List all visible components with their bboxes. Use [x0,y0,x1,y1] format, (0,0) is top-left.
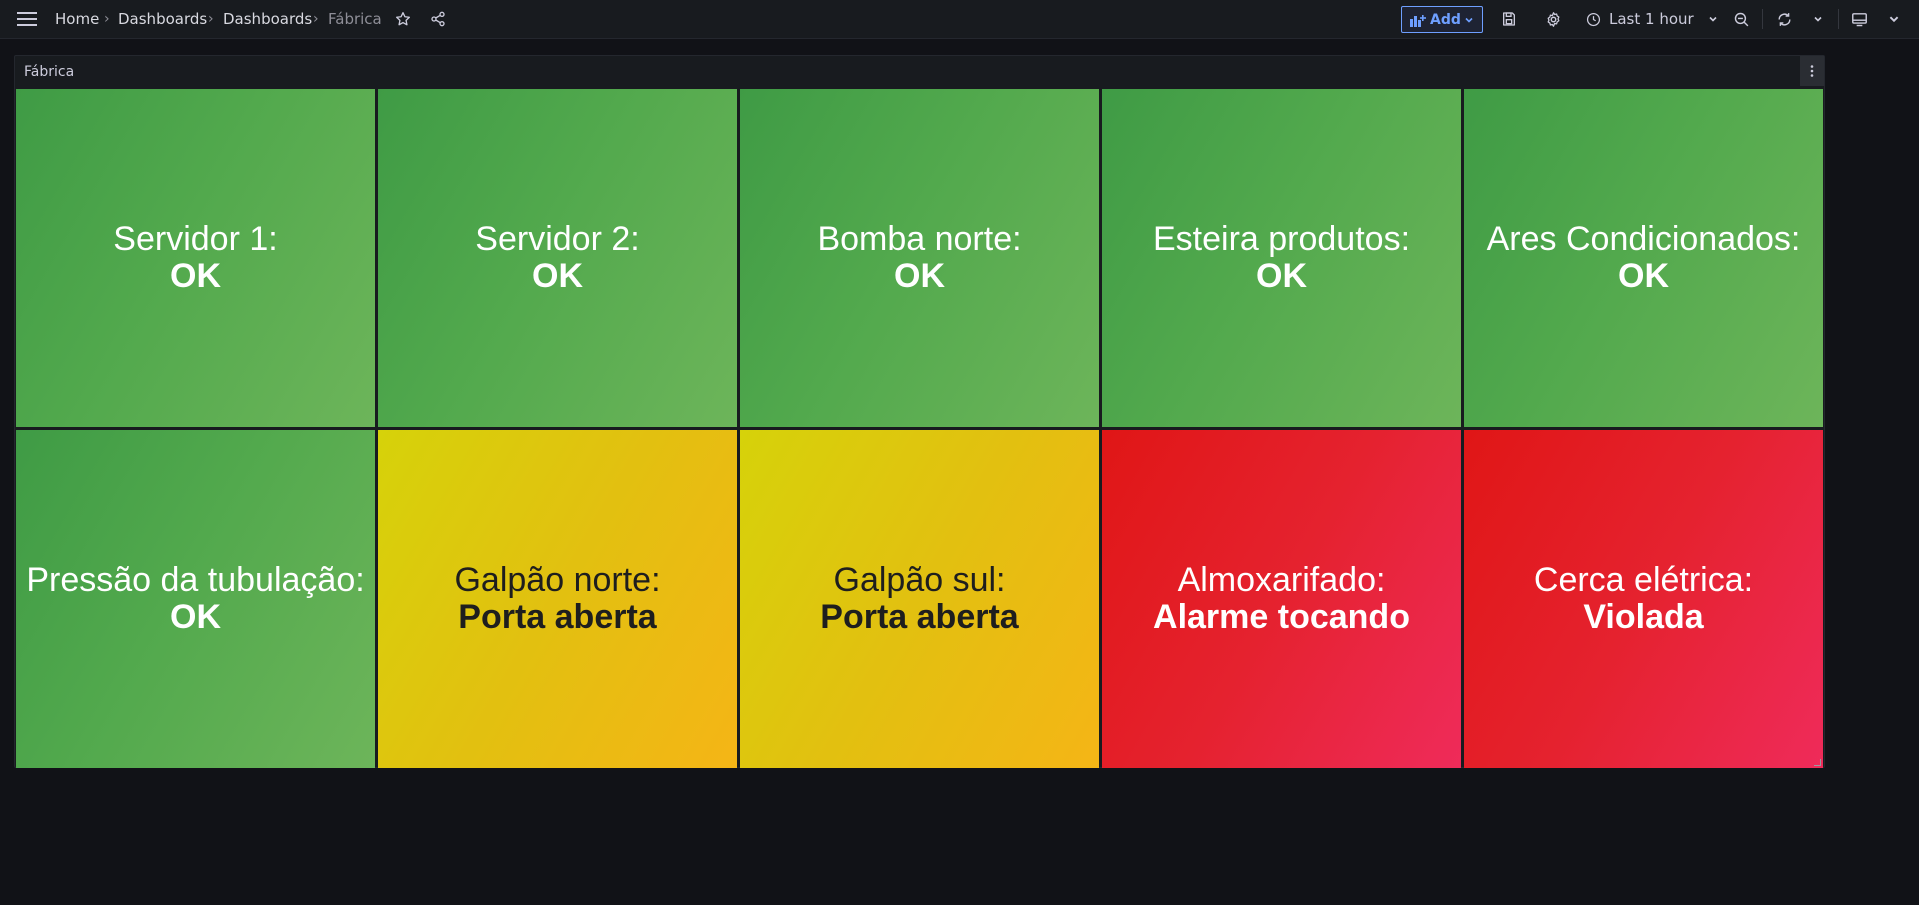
zoom-out-button[interactable] [1728,7,1754,31]
status-tile: Esteira produtos: OK [1102,89,1461,427]
tile-value: Alarme tocando [1153,598,1410,636]
tile-label: Galpão sul: [833,561,1006,599]
status-tile-grid: Servidor 1: OK Servidor 2: OK Bomba nort… [16,89,1824,768]
time-range-picker[interactable]: Last 1 hour [1586,7,1718,31]
status-tile: Ares Condicionados: OK [1464,89,1823,427]
status-tile: Cerca elétrica: Violada [1464,430,1823,768]
toolbar-divider [1838,9,1839,29]
view-mode-dropdown[interactable] [1882,7,1906,31]
toolbar-divider [1762,9,1763,29]
refresh-icon [1777,12,1791,26]
tile-label: Esteira produtos: [1152,220,1411,258]
share-icon [431,11,445,27]
clock-icon [1586,12,1601,26]
tile-value: Porta aberta [458,598,657,636]
tile-label: Bomba norte: [817,220,1022,258]
add-button-label: Add [1430,11,1461,28]
status-tile: Almoxarifado: Alarme tocando [1102,430,1461,768]
chevron-down-icon [1889,16,1899,23]
tile-value: Porta aberta [820,598,1019,636]
more-vertical-icon [1810,65,1814,77]
breadcrumb-separator: › [104,11,110,27]
gear-icon [1547,11,1559,27]
breadcrumb-separator: › [208,11,214,27]
view-mode-button[interactable] [1846,7,1872,31]
tile-value: OK [170,257,221,295]
breadcrumb-home[interactable]: Home [55,10,99,28]
add-panel-icon [1410,14,1427,27]
breadcrumb-current-dashboard: Fábrica [328,10,382,28]
menu-toggle-button[interactable] [14,7,40,31]
tile-label: Galpão norte: [454,561,661,599]
tile-label: Almoxarifado: [1177,561,1386,599]
refresh-interval-dropdown[interactable] [1806,7,1830,31]
add-button[interactable]: Add [1401,6,1483,33]
refresh-button[interactable] [1771,7,1797,31]
tile-value: OK [1256,257,1307,295]
status-tile: Servidor 1: OK [16,89,375,427]
breadcrumb-dashboards-folder[interactable]: Dashboards [223,10,312,28]
tile-value: OK [532,257,583,295]
panel-title: Fábrica [24,64,75,80]
save-icon [1503,12,1515,26]
tile-label: Servidor 2: [475,220,640,258]
status-tile: Pressão da tubulação: OK [16,430,375,768]
status-tile: Galpão norte: Porta aberta [378,430,737,768]
chevron-down-icon [1465,17,1473,23]
status-panel[interactable]: Fábrica Servidor 1: OK Servidor 2: OK Bo… [14,55,1825,768]
panel-resize-handle[interactable] [1814,759,1821,766]
status-tile: Bomba norte: OK [740,89,1099,427]
tile-value: OK [1618,257,1669,295]
time-range-label: Last 1 hour [1609,10,1694,28]
tile-label: Cerca elétrica: [1533,561,1754,599]
chevron-down-icon [1814,16,1822,22]
chevron-down-icon [1709,16,1717,22]
status-tile: Galpão sul: Porta aberta [740,430,1099,768]
panel-header[interactable]: Fábrica [15,56,1824,88]
tile-value: OK [170,598,221,636]
dashboard-settings-button[interactable] [1540,7,1566,31]
star-dashboard-button[interactable] [390,7,416,31]
tile-label: Ares Condicionados: [1486,220,1801,258]
tile-label: Pressão da tubulação: [26,561,365,599]
tile-value: OK [894,257,945,295]
share-dashboard-button[interactable] [425,7,451,31]
zoom-out-icon [1734,12,1748,26]
top-navbar: Home › Dashboards › Dashboards › Fábrica… [0,0,1919,39]
save-dashboard-button[interactable] [1496,7,1522,31]
breadcrumb-separator: › [313,11,319,27]
breadcrumb-dashboards[interactable]: Dashboards [118,10,207,28]
hamburger-icon [17,12,37,26]
panel-menu-button[interactable] [1800,56,1824,86]
monitor-icon [1851,12,1867,26]
tile-value: Violada [1583,598,1704,636]
tile-label: Servidor 1: [113,220,278,258]
status-tile: Servidor 2: OK [378,89,737,427]
star-icon [396,12,410,26]
